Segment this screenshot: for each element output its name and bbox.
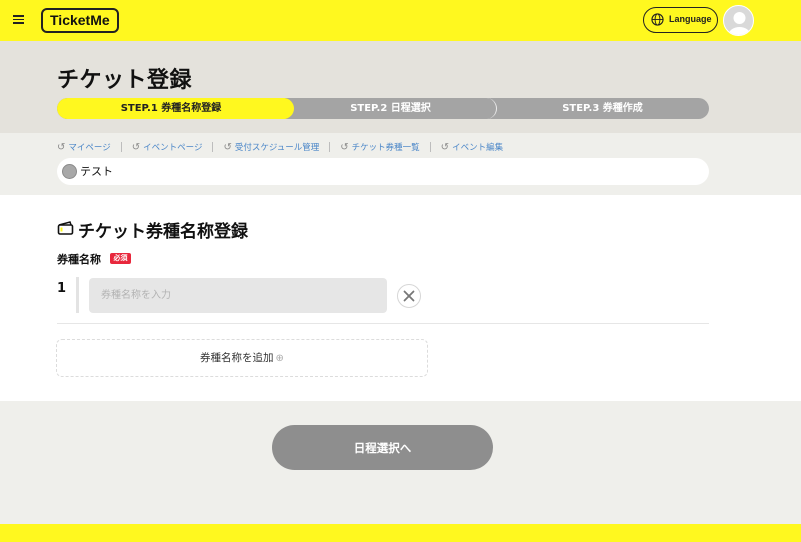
step-3: STEP.3 券種作成 [562, 103, 643, 114]
return-icon: ↺ [440, 141, 450, 153]
step-2: STEP.2 日程選択 [285, 98, 497, 119]
menu-icon[interactable] [13, 15, 24, 24]
language-label: Language [669, 14, 712, 24]
next-step-button[interactable]: 日程選択へ [272, 425, 493, 470]
required-badge: 必須 [110, 253, 131, 264]
divider [120, 142, 122, 152]
event-name-pill: テスト [57, 158, 709, 185]
breadcrumb-event-edit[interactable]: ↺ イベント編集 [440, 141, 503, 154]
globe-icon [651, 13, 664, 26]
return-icon: ↺ [131, 141, 141, 153]
divider [329, 142, 331, 152]
step-progress: STEP.2 日程選択 STEP.3 券種作成 STEP.1 券種名称登録 [57, 98, 709, 119]
breadcrumb-ticket-types[interactable]: ↺ チケット券種一覧 [340, 141, 419, 154]
event-thumbnail-icon [62, 164, 77, 179]
field-label: 券種名称 [57, 253, 101, 266]
remove-row-button[interactable] [397, 284, 421, 308]
add-ticket-name-button[interactable]: 券種名称を追加 ⊕ [56, 339, 428, 377]
footer-bar [0, 524, 801, 542]
ticket-icon [57, 221, 74, 235]
breadcrumb-mypage[interactable]: ↺ マイページ [57, 141, 111, 154]
avatar[interactable] [723, 5, 754, 36]
return-icon: ↺ [57, 141, 66, 153]
breadcrumb-schedule[interactable]: ↺ 受付スケジュール管理 [223, 141, 319, 154]
return-icon: ↺ [223, 141, 232, 153]
divider [212, 142, 214, 152]
row-number: 1 [57, 281, 67, 296]
section-title: チケット券種名称登録 [57, 217, 248, 242]
step-1: STEP.1 券種名称登録 [57, 98, 294, 119]
event-name: テスト [80, 165, 113, 178]
breadcrumb-event-page[interactable]: ↺ イベントページ [131, 141, 203, 154]
top-bar: TicketMe Language [0, 0, 801, 41]
breadcrumb: ↺ マイページ ↺ イベントページ ↺ 受付スケジュール管理 ↺ チケット券種一覧 ↺ イ… [57, 140, 503, 154]
user-icon [728, 12, 751, 35]
logo[interactable]: TicketMe [41, 8, 119, 33]
language-button[interactable]: Language [643, 7, 718, 33]
add-button-label: 券種名称を追加 [200, 352, 274, 364]
divider [429, 142, 431, 152]
plus-icon: ⊕ [275, 353, 284, 364]
page-title: チケット登録 [57, 68, 193, 93]
return-icon: ↺ [340, 141, 349, 153]
close-icon [403, 290, 415, 302]
ticket-name-input[interactable] [89, 278, 387, 313]
row-indicator [76, 277, 79, 313]
divider [57, 323, 709, 324]
